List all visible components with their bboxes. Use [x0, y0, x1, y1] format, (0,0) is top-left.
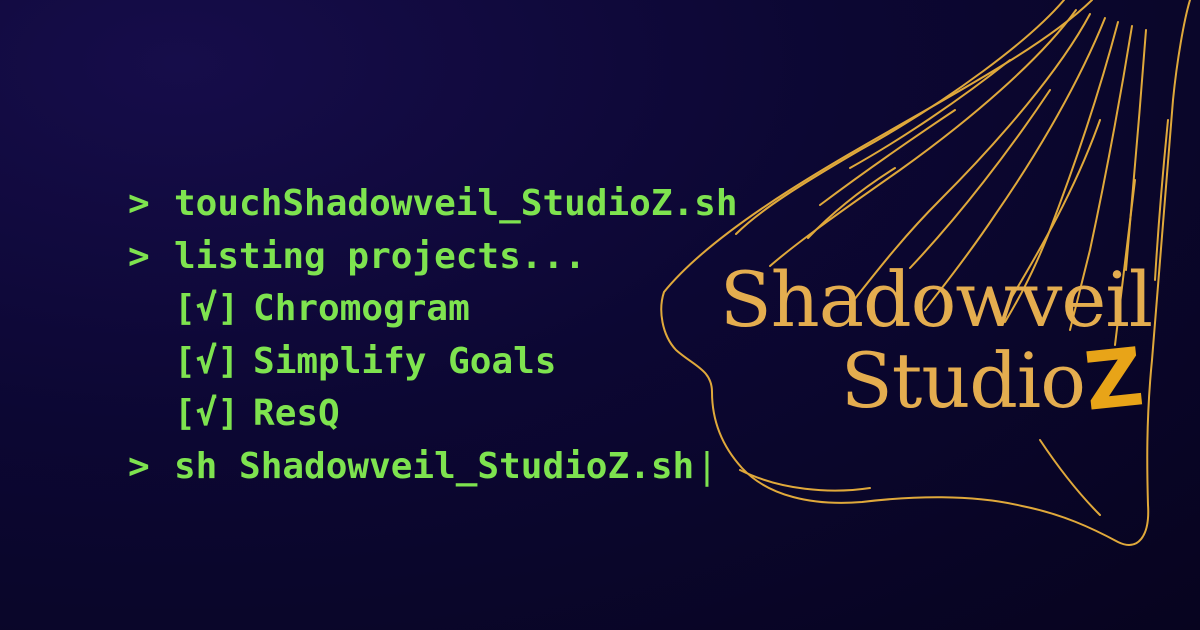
prompt-symbol: >	[128, 183, 150, 224]
veil-fold-line	[739, 469, 871, 492]
logo-z-accent: Z	[1080, 330, 1147, 429]
veil-fold-line	[735, 0, 1065, 235]
terminal-command-line: > sh Shadowveil_StudioZ.sh|	[128, 441, 738, 494]
prompt-symbol: >	[128, 445, 150, 487]
veil-fold-line	[819, 109, 956, 206]
logo-line-studioz: StudioZ	[720, 330, 1152, 429]
project-list-item: [√] Chromogram	[128, 283, 738, 336]
project-list-item: [√] ResQ	[128, 388, 738, 441]
checkmark-icon: [√]	[174, 288, 240, 329]
veil-fold-line	[1039, 439, 1101, 516]
terminal-command-line: > listing projects...	[128, 231, 738, 284]
terminal-command-line: > touchShadowveil_StudioZ.sh	[128, 178, 738, 231]
prompt-symbol: >	[128, 235, 150, 277]
project-name: Chromogram	[253, 288, 470, 329]
project-name: ResQ	[253, 393, 340, 434]
checkmark-icon: [√]	[174, 393, 240, 434]
project-name: Simplify Goals	[253, 340, 557, 382]
logo-studio-text: Studio	[840, 336, 1086, 425]
brand-logo: Shadowveil StudioZ	[719, 255, 1153, 429]
logo-line-shadowveil: Shadowveil	[719, 255, 1153, 344]
command-text: touchShadowveil_StudioZ.sh	[174, 183, 738, 224]
command-text: sh Shadowveil_StudioZ.sh	[174, 445, 695, 487]
text-cursor: |	[696, 445, 718, 487]
project-list-item: [√] Simplify Goals	[128, 336, 738, 389]
veil-fold-line	[909, 89, 1051, 269]
command-text: listing projects...	[174, 235, 586, 277]
veil-fold-line	[1154, 119, 1169, 281]
checkmark-icon: [√]	[174, 340, 240, 382]
terminal-output: > touchShadowveil_StudioZ.sh > listing pro…	[128, 178, 738, 493]
